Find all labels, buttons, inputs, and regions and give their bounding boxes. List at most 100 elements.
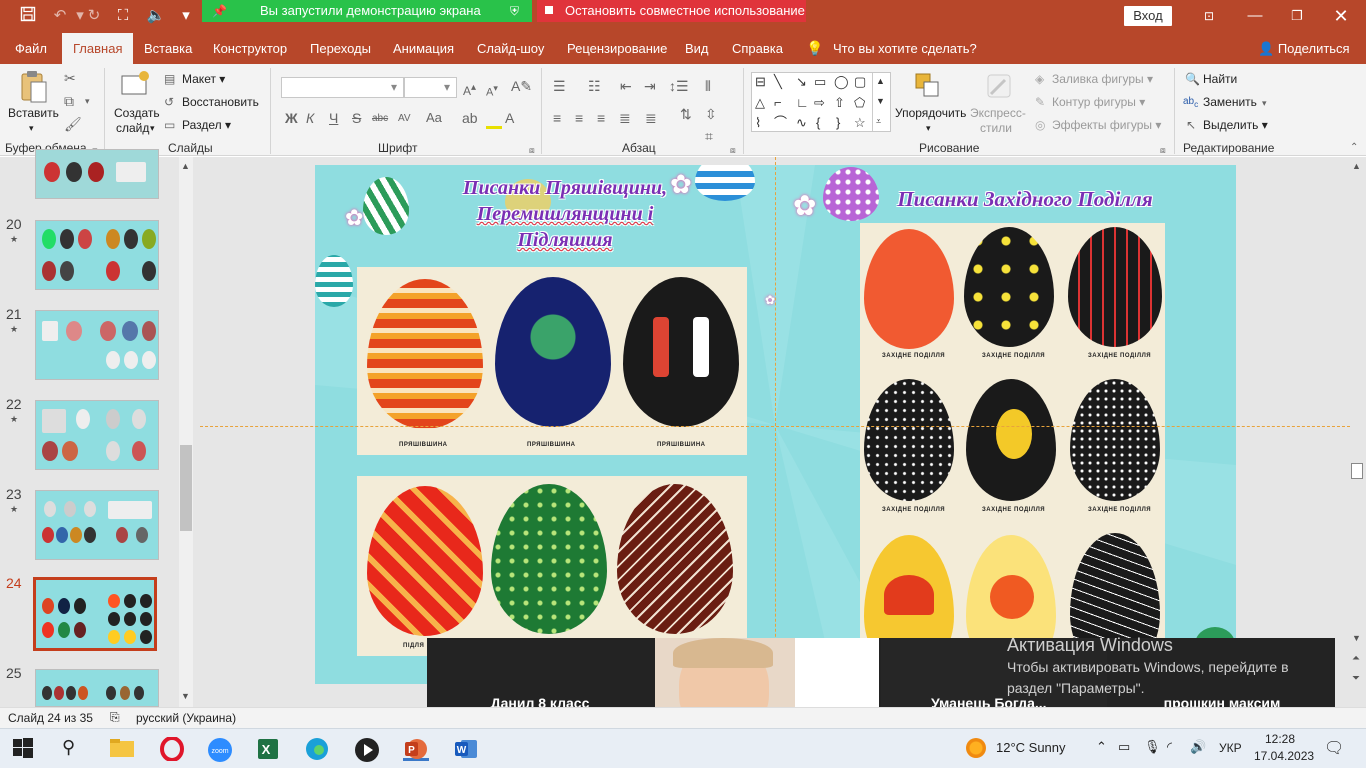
shapes-gallery[interactable]: ⊟ ╲ ↘ ▭ ◯ ▢ △ ⌐ ∟ ⇨ ⇧ ⬠ ⌇ ⌒ ∿ { } ☆ ▲ ▼ … <box>751 72 891 132</box>
new-slide-dropdown-icon[interactable]: ▾ <box>150 121 155 136</box>
shape-effects-button[interactable]: Эффекты фигуры ▾ <box>1052 118 1161 132</box>
notifications-icon[interactable]: 🗨 <box>1324 738 1344 758</box>
numbering-icon[interactable]: ☷ <box>588 78 601 94</box>
arrange-button[interactable]: Упорядочить <box>895 106 966 121</box>
select-button[interactable]: Выделить ▾ <box>1203 118 1268 132</box>
collapse-ribbon-icon[interactable]: ⌃ <box>1350 140 1358 156</box>
language-indicator[interactable]: русский (Украина) <box>136 711 236 725</box>
reset-button[interactable]: Восстановить <box>182 95 259 109</box>
clock-time[interactable]: 12:28 <box>1265 732 1295 746</box>
font-size-select[interactable]: ▾ <box>404 77 457 98</box>
volume-icon[interactable]: 🔊 <box>1190 739 1206 755</box>
paste-dropdown-icon[interactable]: ▾ <box>29 121 34 136</box>
paste-button[interactable]: Вставить <box>8 106 59 121</box>
justify-icon[interactable]: ≣ <box>619 110 631 126</box>
slide-thumbnail-active[interactable] <box>33 577 157 651</box>
italic-button[interactable]: К <box>306 110 314 126</box>
file-explorer-icon[interactable] <box>109 737 135 761</box>
redo-icon[interactable]: ↻ <box>84 6 104 26</box>
speaker-icon[interactable]: 🔈 <box>146 6 166 26</box>
search-icon[interactable]: ⚲ <box>62 737 88 761</box>
change-case-button[interactable]: Aa <box>426 110 442 126</box>
quick-styles-button[interactable]: Экспресс- <box>970 106 1026 121</box>
slide-title-right[interactable]: Писанки Західного Поділля <box>875 187 1175 212</box>
pentagon-shape-icon[interactable]: ⬠ <box>854 96 865 110</box>
quick-styles-icon[interactable] <box>985 72 1015 102</box>
input-language[interactable]: УКР <box>1219 741 1242 755</box>
font-color-button[interactable]: A <box>505 110 514 126</box>
slide-thumbnail[interactable] <box>35 400 159 470</box>
up-arrow-shape-icon[interactable]: ⇧ <box>834 96 845 110</box>
tab-help[interactable]: Справка <box>732 33 783 64</box>
underline-button[interactable]: Ч <box>329 110 338 126</box>
arrow-line-shape-icon[interactable]: ↘ <box>796 75 807 89</box>
slide-title-left[interactable]: Писанки Пряшівщини, Перемишлянщини і Під… <box>445 175 685 253</box>
excel-icon[interactable]: X <box>256 737 282 761</box>
paragraph-launcher-icon[interactable]: ⧈ <box>730 142 736 158</box>
smartart-icon[interactable]: ⌗ <box>705 128 713 144</box>
chevron-up-icon[interactable]: ▲ <box>876 74 885 88</box>
ribbon-display-options-icon[interactable]: ⊡ <box>1198 6 1220 26</box>
align-text-icon[interactable]: ⇳ <box>705 106 717 122</box>
tab-slideshow[interactable]: Слайд-шоу <box>477 33 544 64</box>
tab-view[interactable]: Вид <box>685 33 709 64</box>
clear-formatting-icon[interactable]: A✎ <box>511 78 532 94</box>
connector2-shape-icon[interactable]: ∟ <box>796 96 809 110</box>
microphone-icon[interactable]: 🎙 <box>1144 739 1161 755</box>
gallery-more-icon[interactable]: ⩡ <box>876 114 881 128</box>
columns-icon[interactable]: ⫴ <box>705 78 711 94</box>
format-painter-icon[interactable]: 🖌 <box>64 116 82 132</box>
cut-icon[interactable]: ✂ <box>64 70 76 86</box>
decrease-indent-icon[interactable]: ⇤ <box>620 78 632 94</box>
arrange-icon[interactable] <box>914 72 944 102</box>
slideshow-start-icon[interactable]: ⛶ <box>113 6 133 26</box>
find-button[interactable]: Найти <box>1203 72 1237 86</box>
tab-insert[interactable]: Вставка <box>144 33 192 64</box>
shapes-gallery-scroll[interactable]: ▲ ▼ ⩡ <box>872 73 890 131</box>
drawing-launcher-icon[interactable]: ⧈ <box>1160 142 1166 158</box>
oval-shape-icon[interactable]: ◯ <box>834 75 849 89</box>
thumbnails-scrollbar[interactable]: ▲ ▼ <box>179 157 193 707</box>
previous-slide-icon[interactable]: ⏶ <box>1352 653 1360 664</box>
slide-thumbnail[interactable] <box>35 310 159 380</box>
new-slide-label[interactable]: слайд <box>116 121 149 136</box>
media-player-icon[interactable] <box>354 737 380 762</box>
pysanky-image-pidlyashshya[interactable]: ПІДЛЯ <box>357 476 747 656</box>
right-brace-shape-icon[interactable]: } <box>836 116 840 130</box>
chevron-down-icon[interactable]: ▼ <box>1352 633 1361 643</box>
scrollbar-thumb[interactable] <box>180 445 192 531</box>
new-slide-icon[interactable] <box>120 70 150 100</box>
chevron-up-icon[interactable]: ▲ <box>1352 161 1361 171</box>
increase-font-icon[interactable]: A▴ <box>463 80 476 99</box>
slide-thumbnail[interactable] <box>35 490 159 560</box>
powerpoint-icon[interactable]: P <box>403 737 429 761</box>
highlight-icon[interactable]: ab <box>462 110 478 126</box>
tab-transitions[interactable]: Переходы <box>310 33 371 64</box>
pin-icon[interactable]: 📌 <box>212 0 227 22</box>
slide-thumbnails-pane[interactable]: 20 ★ 21 ★ 22 ★ 23 ★ 24 25 ▲ ▼ <box>0 149 196 707</box>
tab-file[interactable]: Файл <box>15 33 47 64</box>
next-slide-icon[interactable]: ⏷ <box>1352 673 1360 684</box>
bold-button[interactable]: Ж <box>285 110 298 126</box>
align-right-icon[interactable]: ≡ <box>597 110 605 126</box>
customize-toolbar-icon[interactable]: ▾ <box>176 6 196 26</box>
shadow-button[interactable]: abc <box>372 111 388 127</box>
tab-home[interactable]: Главная <box>62 33 134 64</box>
tell-me-search[interactable]: Что вы хотите сделать? <box>833 33 977 64</box>
slide-thumbnail[interactable] <box>35 669 159 707</box>
char-spacing-button[interactable]: AV <box>398 111 411 127</box>
tab-animations[interactable]: Анимация <box>393 33 454 64</box>
minimize-icon[interactable]: — <box>1244 6 1266 26</box>
quick-styles-label[interactable]: стили <box>980 121 1012 136</box>
right-arrow-shape-icon[interactable]: ⇨ <box>814 96 825 110</box>
stop-sharing-button[interactable]: Остановить совместное использование <box>537 0 806 22</box>
font-family-select[interactable]: ▾ <box>281 77 404 98</box>
increase-indent-icon[interactable]: ⇥ <box>644 78 656 94</box>
rounded-rect-shape-icon[interactable]: ▢ <box>854 75 866 89</box>
slide-counter[interactable]: Слайд 24 из 35 <box>8 711 93 725</box>
decrease-font-icon[interactable]: A▾ <box>486 80 498 101</box>
paste-icon[interactable] <box>20 70 48 104</box>
spellcheck-icon[interactable]: ⎘ <box>110 710 120 725</box>
scrollbar-thumb[interactable] <box>1351 463 1363 479</box>
chevron-down-icon[interactable]: ▼ <box>181 691 190 701</box>
